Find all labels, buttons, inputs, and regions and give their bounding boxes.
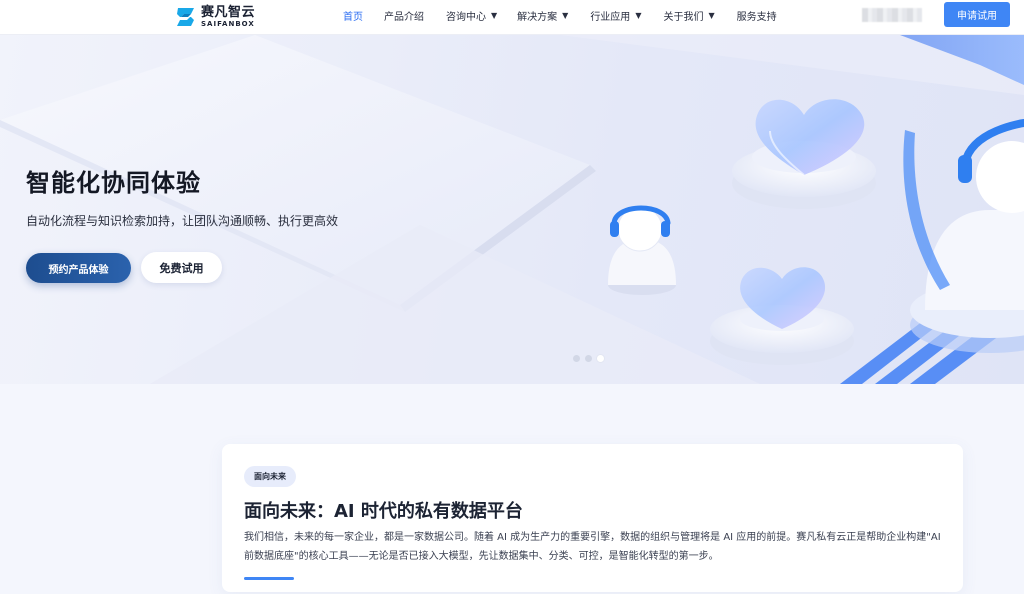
logo-name: 赛凡智云 <box>201 5 256 20</box>
hero-subtitle: 自动化流程与知识检索加持，让团队沟通顺畅、执行更高效 <box>26 214 339 228</box>
carousel-dot[interactable] <box>597 355 604 362</box>
carousel-dot[interactable] <box>585 355 592 362</box>
carousel-indicators <box>573 355 609 362</box>
user-account-blurred[interactable] <box>862 8 922 22</box>
nav-item-label: 行业应用 <box>590 11 631 23</box>
nav-item-label: 产品介绍 <box>384 11 424 23</box>
top-navbar: 赛凡智云 SAIFANBOX 首页 产品介绍 咨询中心 ▼ 解决方案 ▼ 行业应用 ▼ 关于我们… <box>0 0 1024 35</box>
apply-trial-button[interactable]: 申请试用 <box>944 2 1010 27</box>
book-demo-button[interactable]: 预约产品体验 <box>26 253 131 283</box>
nav-item[interactable]: 咨询中心 ▼ <box>446 8 497 23</box>
logo-subname: SAIFANBOX <box>201 20 255 28</box>
nav-item[interactable]: 关于我们 ▼ <box>663 8 714 23</box>
nav-item-label: 解决方案 <box>517 11 558 23</box>
logo[interactable]: 赛凡智云 SAIFANBOX <box>175 3 255 31</box>
nav-item[interactable]: 解决方案 ▼ <box>517 8 568 23</box>
nav-item-label: 咨询中心 <box>446 11 486 23</box>
intro-card: 面向未来 面向未来：AI 时代的私有数据平台 我们相信，未来的每一家企业，都是一… <box>222 444 963 592</box>
section-title: 面向未来：AI 时代的私有数据平台 <box>244 501 523 522</box>
section-tag: 面向未来 <box>244 466 296 487</box>
nav-item-label: 关于我们 <box>663 11 704 23</box>
free-trial-button[interactable]: 免费试用 <box>141 252 222 283</box>
accent-underline <box>244 577 294 580</box>
nav-item-label: 首页 <box>343 11 363 23</box>
logo-icon <box>177 8 194 26</box>
hero-illustration <box>0 35 1024 384</box>
hero-title: 智能化协同体验 <box>26 169 201 197</box>
caret-down-icon: ▼ <box>635 10 642 20</box>
caret-down-icon: ▼ <box>708 10 715 20</box>
nav-item-label: 服务支持 <box>736 11 777 23</box>
nav-item[interactable]: 产品介绍 <box>384 8 424 23</box>
nav-item[interactable]: 首页 <box>343 8 363 23</box>
main-nav: 首页 产品介绍 咨询中心 ▼ 解决方案 ▼ 行业应用 ▼ 关于我们 ▼ 服务支持 <box>343 0 777 30</box>
nav-item[interactable]: 行业应用 ▼ <box>590 8 641 23</box>
caret-down-icon: ▼ <box>491 10 498 20</box>
hero-banner: 智能化协同体验 自动化流程与知识检索加持，让团队沟通顺畅、执行更高效 预约产品体… <box>0 35 1024 384</box>
caret-down-icon: ▼ <box>562 10 569 20</box>
section-paragraph: 我们相信，未来的每一家企业，都是一家数据公司。随着 AI 成为生产力的重要引擎，… <box>244 532 941 562</box>
nav-item[interactable]: 服务支持 <box>737 8 777 23</box>
carousel-dot[interactable] <box>573 355 580 362</box>
